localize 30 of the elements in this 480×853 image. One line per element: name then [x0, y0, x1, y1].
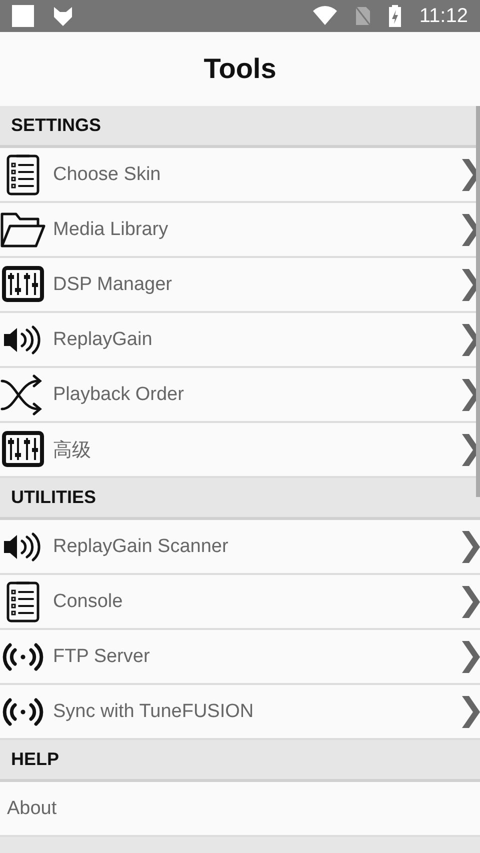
- clock-time: 11:12: [419, 4, 468, 28]
- item-label: DSP Manager: [53, 274, 173, 296]
- item-label: Media Library: [53, 218, 170, 240]
- chevron-icon: [460, 584, 480, 618]
- menu-item[interactable]: FTP Server: [0, 630, 480, 685]
- page-title: Tools: [204, 53, 276, 85]
- chevron-icon: [460, 530, 480, 564]
- section-title: SETTINGS: [11, 115, 102, 136]
- menu-item[interactable]: Console: [0, 575, 480, 630]
- chevron-icon: [460, 694, 480, 728]
- section-title: HELP: [11, 749, 60, 770]
- section-title: UTILITIES: [11, 487, 96, 508]
- menu-item[interactable]: ReplayGain Scanner: [0, 520, 480, 575]
- menu-item[interactable]: About: [0, 782, 480, 837]
- item-label: ReplayGain Scanner: [53, 536, 230, 558]
- item-label: Console: [53, 590, 124, 612]
- item-label: Sync with TuneFUSION: [53, 700, 255, 722]
- notification-icon: [12, 5, 34, 27]
- item-label: Playback Order: [53, 384, 185, 406]
- item-label: ReplayGain: [53, 328, 154, 350]
- battery-icon: [389, 5, 402, 27]
- menu-item[interactable]: Sync with TuneFUSION: [0, 685, 480, 740]
- item-label: About: [6, 798, 58, 820]
- no-sim-icon: [355, 6, 372, 26]
- item-label: 高级: [53, 438, 92, 462]
- item-label: FTP Server: [53, 646, 151, 668]
- item-label: Choose Skin: [53, 164, 162, 186]
- fox-icon: [52, 5, 74, 27]
- wifi-icon: [313, 6, 338, 26]
- chevron-icon: [460, 640, 480, 674]
